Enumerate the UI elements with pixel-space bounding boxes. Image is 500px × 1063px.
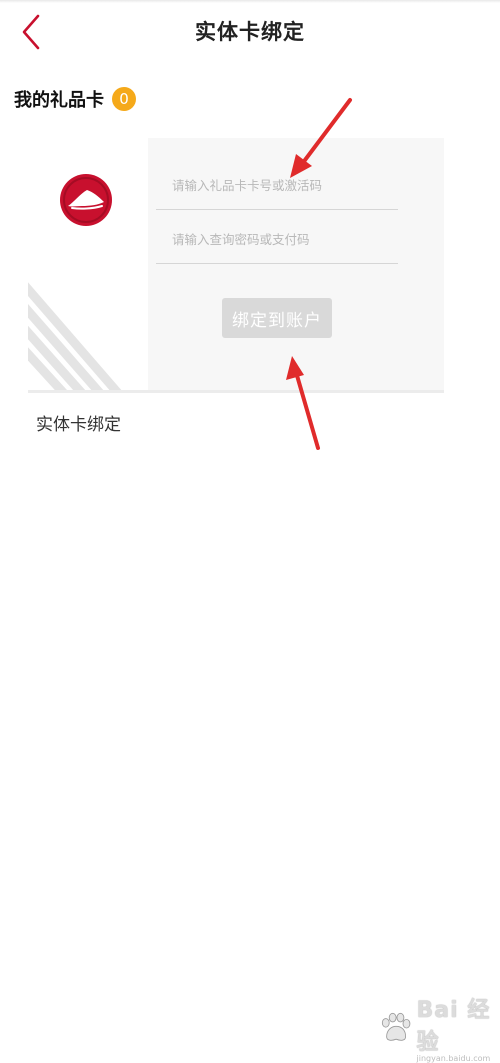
- gift-card-section-header: 我的礼品卡 0: [14, 86, 136, 112]
- card-number-input[interactable]: [156, 162, 398, 210]
- bind-card-panel: 绑定到账户: [28, 138, 444, 393]
- card-logo-area: [28, 138, 148, 390]
- watermark-url: jingyan.baidu.com: [417, 1054, 500, 1063]
- watermark: Bai 经验 jingyan.baidu.com: [378, 992, 500, 1063]
- watermark-text: Bai 经验 jingyan.baidu.com: [417, 992, 500, 1063]
- card-caption: 实体卡绑定: [36, 410, 121, 435]
- gift-card-count-badge: 0: [112, 87, 136, 111]
- bind-to-account-button[interactable]: 绑定到账户: [222, 298, 332, 338]
- page-title: 实体卡绑定: [0, 16, 500, 46]
- password-input[interactable]: [156, 216, 398, 264]
- watermark-brand: Bai 经验: [417, 992, 500, 1056]
- section-title: 我的礼品卡: [14, 86, 104, 112]
- top-edge-shadow: [0, 0, 500, 3]
- pizza-hut-logo-icon: [58, 172, 114, 228]
- paw-icon: [378, 1010, 413, 1046]
